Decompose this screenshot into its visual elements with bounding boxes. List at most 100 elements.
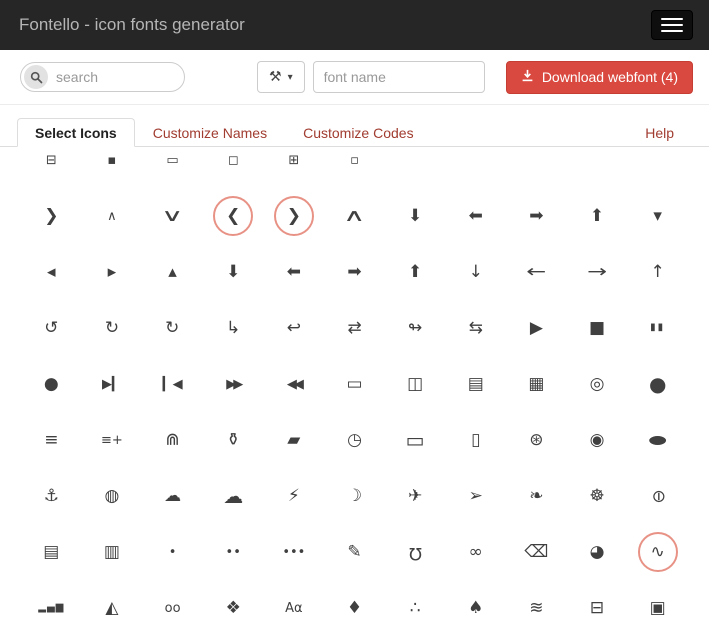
dot-3-icon[interactable]: ••• — [272, 530, 316, 574]
font-name-input[interactable] — [313, 61, 485, 93]
fast-forward-icon[interactable]: ▶▶ — [211, 362, 255, 406]
exchange-icon[interactable]: ⇆ — [454, 306, 498, 350]
list-add-icon[interactable]: ≡+ — [90, 418, 134, 462]
dot-circled-icon[interactable]: ◉ — [575, 418, 619, 462]
up-arrow-icon[interactable]: ↑ — [636, 250, 680, 294]
left-arrow-long-icon[interactable]: ← — [514, 250, 558, 294]
arrow-down-fat-icon[interactable]: ⬇ — [393, 194, 437, 238]
comment-icon[interactable]: ● — [636, 362, 680, 406]
clipped-1-icon[interactable]: ⊟ — [29, 147, 73, 182]
cycle-icon[interactable]: ↺ — [151, 306, 195, 350]
brush-icon[interactable]: ✎ — [332, 530, 376, 574]
plane-icon[interactable]: ✈ — [393, 474, 437, 518]
leaf-icon[interactable]: ❧ — [514, 474, 558, 518]
angle-right-icon[interactable]: ❯ — [29, 194, 73, 238]
language-icon[interactable]: Aα — [272, 586, 316, 625]
play-icon[interactable]: ▶ — [514, 306, 558, 350]
graduation-cap-icon[interactable]: ❖ — [211, 586, 255, 625]
floppy-icon[interactable]: ▣ — [636, 586, 680, 625]
magnet-icon[interactable]: Ω — [393, 530, 437, 574]
tools-dropdown-button[interactable]: ⚒ ▾ — [257, 61, 305, 93]
chevron-up-icon[interactable]: ∧ — [332, 194, 376, 238]
chart-line-icon[interactable]: ∿ — [636, 530, 680, 574]
moon-icon[interactable]: ☽ — [332, 474, 376, 518]
clipped-6-icon[interactable]: ▫ — [332, 147, 376, 182]
chevron-up-thin-icon[interactable]: ∧ — [90, 194, 134, 238]
tab-select-icons[interactable]: Select Icons — [17, 118, 135, 147]
credit-card-icon[interactable]: ⊟ — [575, 586, 619, 625]
battery-icon[interactable]: ▭ — [332, 362, 376, 406]
erase-icon[interactable]: ⌫ — [514, 530, 558, 574]
mobile-icon[interactable]: ▯ — [454, 418, 498, 462]
angle-right-circled-icon[interactable]: ❯ — [272, 194, 316, 238]
tag-icon[interactable]: ♦ — [332, 586, 376, 625]
caret-down-icon[interactable]: ▾ — [636, 194, 680, 238]
chart-pie-icon[interactable]: ◕ — [575, 530, 619, 574]
keyboard-icon[interactable]: ▦ — [514, 362, 558, 406]
cloud-icon[interactable]: ☁ — [151, 474, 195, 518]
dot-2-icon[interactable]: •• — [211, 530, 255, 574]
loop-icon[interactable]: ↬ — [393, 306, 437, 350]
right-arrow-long-icon[interactable]: → — [575, 250, 619, 294]
down-bold-icon[interactable]: ⬇ — [211, 250, 255, 294]
arrows-cw-icon[interactable]: ↻ — [90, 306, 134, 350]
arrow-up-fat-icon[interactable]: ⬆ — [575, 194, 619, 238]
monitor-icon[interactable]: ▭ — [393, 418, 437, 462]
caret-up-icon[interactable]: ▴ — [151, 250, 195, 294]
trophy-icon[interactable]: ⚱ — [211, 418, 255, 462]
clipped-5-icon[interactable]: ⊞ — [272, 147, 316, 182]
briefcase-icon[interactable]: ▤ — [29, 530, 73, 574]
left-bold-icon[interactable]: ⬅ — [272, 250, 316, 294]
shuffle-icon[interactable]: ⇄ — [332, 306, 376, 350]
arrow-left-fat-icon[interactable]: ⬅ — [454, 194, 498, 238]
hdd-icon[interactable]: ◫ — [393, 362, 437, 406]
down-arrow-icon[interactable]: ↓ — [454, 250, 498, 294]
icon-grid-viewport[interactable]: ⊟▪▭◻⊞▫❯∧∨❮❯∧⬇⬅➡⬆▾◂▸▴⬇⬅➡⬆↓←→↑↺↻↺↳↩⇄↬⇆▶■▮▮… — [0, 147, 709, 625]
lifebuoy-icon[interactable]: ☸ — [575, 474, 619, 518]
waves-icon[interactable]: ≋ — [514, 586, 558, 625]
tab-help[interactable]: Help — [627, 118, 692, 147]
water-icon[interactable]: ∴ — [393, 586, 437, 625]
chart-area-icon[interactable]: ◭ — [90, 586, 134, 625]
clipped-4-icon[interactable]: ◻ — [211, 147, 255, 182]
flash-icon[interactable]: ⚡ — [272, 474, 316, 518]
caret-left-icon[interactable]: ◂ — [29, 250, 73, 294]
up-bold-icon[interactable]: ⬆ — [393, 250, 437, 294]
infinity-icon[interactable]: ∞ — [454, 530, 498, 574]
caret-right-icon[interactable]: ▸ — [90, 250, 134, 294]
eye-icon[interactable]: ● — [636, 418, 680, 462]
videocam-icon[interactable]: ▰ — [272, 418, 316, 462]
angle-left-icon[interactable]: ❮ — [211, 194, 255, 238]
search-input[interactable] — [48, 69, 184, 85]
clipped-2-icon[interactable]: ▪ — [90, 147, 134, 182]
droplet-icon[interactable]: ♠ — [454, 586, 498, 625]
globe-icon[interactable]: ◍ — [90, 474, 134, 518]
clipped-3-icon[interactable]: ▭ — [151, 147, 195, 182]
search-box[interactable] — [20, 62, 185, 92]
download-webfont-button[interactable]: Download webfont (4) — [506, 61, 693, 94]
hamburger-menu-button[interactable] — [651, 10, 693, 40]
fast-backward-icon[interactable]: ◀◀ — [272, 362, 316, 406]
basketball-icon[interactable]: ⊛ — [514, 418, 558, 462]
list-bullet-icon[interactable]: ≡ — [29, 418, 73, 462]
record-icon[interactable]: ● — [29, 362, 73, 406]
voicemail-icon[interactable]: oo — [151, 586, 195, 625]
suitcase-icon[interactable]: ▥ — [90, 530, 134, 574]
tab-customize-names[interactable]: Customize Names — [135, 118, 285, 147]
reply-icon[interactable]: ↩ — [272, 306, 316, 350]
boat-icon[interactable]: ⚓ — [29, 474, 73, 518]
dot-icon[interactable]: • — [151, 530, 195, 574]
to-start-icon[interactable]: ▎◀ — [151, 362, 195, 406]
inbox-icon[interactable]: ▤ — [454, 362, 498, 406]
arrows-ccw-icon[interactable]: ↺ — [29, 306, 73, 350]
cloud-flash-icon[interactable]: ☁ — [211, 474, 255, 518]
to-end-icon[interactable]: ▶▎ — [90, 362, 134, 406]
paper-plane-icon[interactable]: ➢ — [454, 474, 498, 518]
stop-icon[interactable]: ■ — [575, 306, 619, 350]
right-bold-icon[interactable]: ➡ — [332, 250, 376, 294]
target-icon[interactable]: ◎ — [575, 362, 619, 406]
pause-icon[interactable]: ▮▮ — [636, 306, 680, 350]
mouse-icon[interactable]: ⊖ — [636, 474, 680, 518]
chart-bar-icon[interactable]: ▂▄▆ — [29, 586, 73, 625]
chevron-down-icon[interactable]: ∨ — [151, 194, 195, 238]
